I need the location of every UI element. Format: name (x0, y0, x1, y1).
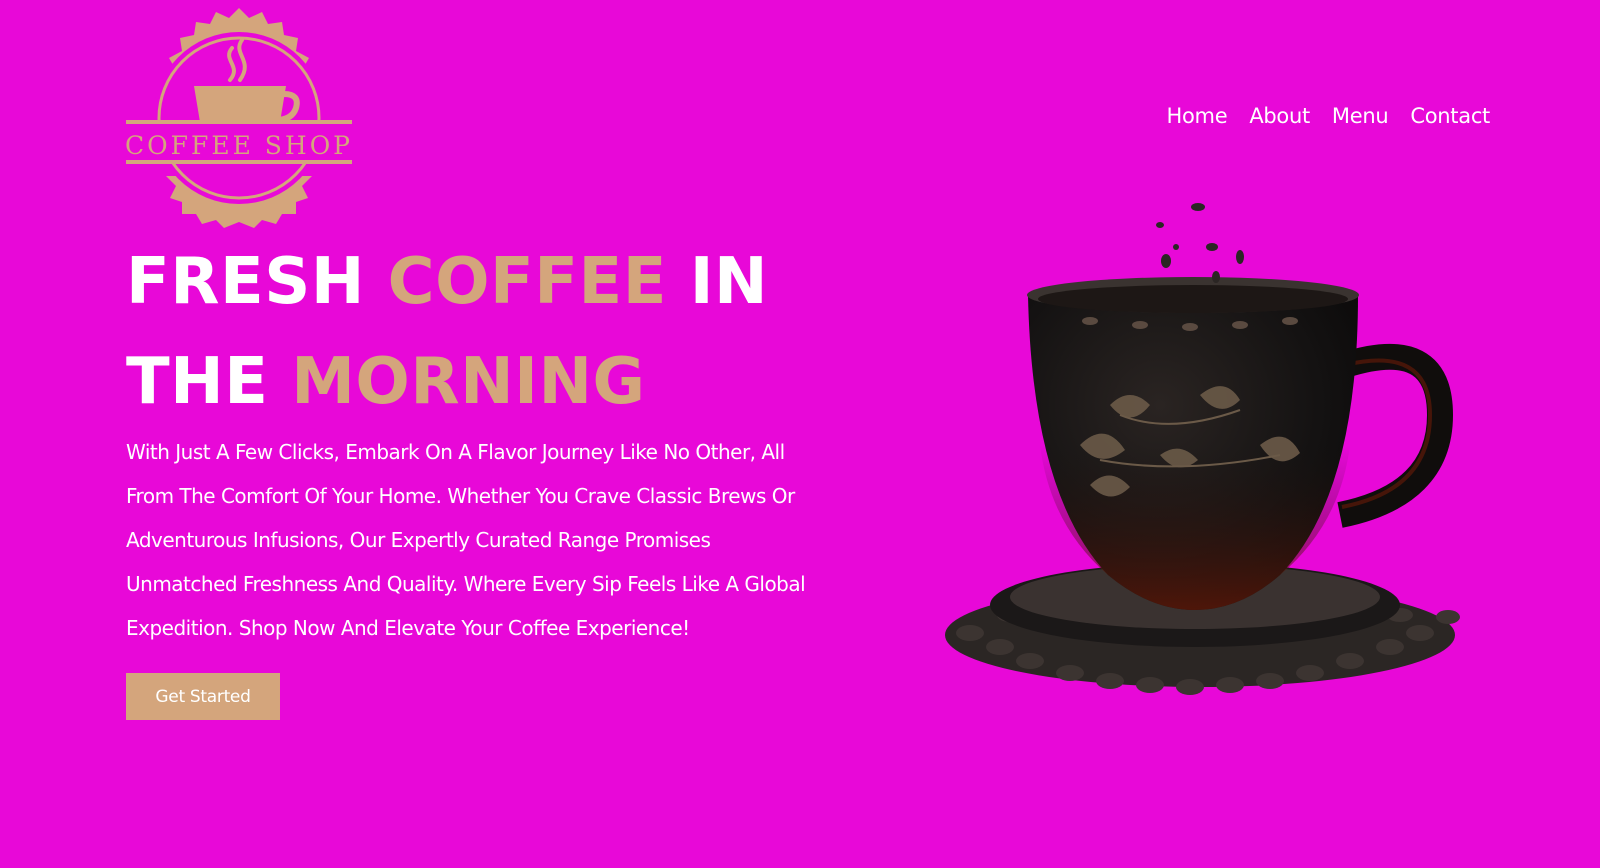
nav-menu[interactable]: Menu (1332, 104, 1389, 128)
headline-accent-coffee: COFFEE (387, 245, 667, 319)
nav-contact[interactable]: Contact (1410, 104, 1490, 128)
coffee-cup-image (940, 195, 1470, 710)
hero-headline: FRESH COFFEE IN THE MORNING (126, 232, 768, 432)
coffee-shop-logo[interactable]: COFFEE SHOP (126, 8, 352, 228)
hero-description: With Just A Few Clicks, Embark On A Flav… (126, 440, 806, 640)
get-started-button[interactable]: Get Started (126, 673, 280, 720)
headline-line2: THE MORNING (126, 345, 646, 419)
main-nav: Home About Menu Contact (1167, 104, 1491, 128)
nav-home[interactable]: Home (1167, 104, 1228, 128)
coffee-cup-illustration (945, 203, 1460, 695)
landing-page: COFFEE SHOP Home About Menu Contact FRES… (0, 0, 1600, 868)
logo-text: COFFEE SHOP (126, 131, 352, 160)
headline-accent-morning: MORNING (291, 345, 646, 419)
coffee-cup-badge-icon: COFFEE SHOP (126, 8, 352, 228)
headline-line1: FRESH COFFEE IN (126, 245, 769, 319)
nav-about[interactable]: About (1249, 104, 1310, 128)
